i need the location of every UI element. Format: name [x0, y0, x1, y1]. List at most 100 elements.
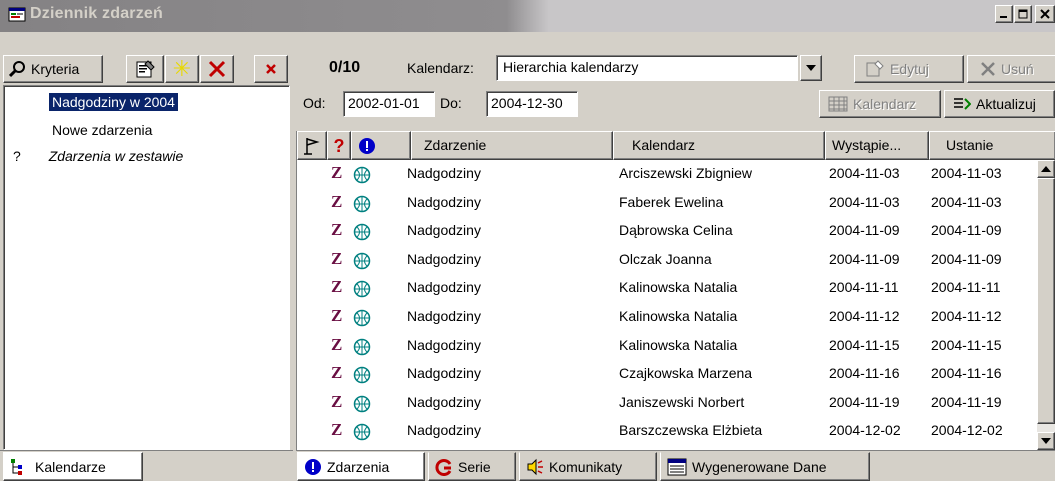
scroll-down-icon: [1041, 438, 1051, 444]
event-type-glyph: Z: [331, 277, 343, 297]
set-date: 2004-11-19: [931, 393, 1002, 410]
globe-icon: [353, 395, 371, 416]
table-row[interactable]: Z Nadgodziny Kalinowska Natalia 2004-11-11 2…: [297, 275, 1038, 301]
table-row[interactable]: Z Nadgodziny Kalinowska Natalia 2004-11-12 2…: [297, 304, 1038, 330]
table-row[interactable]: Z Nadgodziny Olczak Joanna 2004-11-09 2004-1…: [297, 247, 1038, 273]
event-name: Nadgodziny: [407, 279, 481, 296]
event-name: Nadgodziny: [407, 250, 481, 267]
refresh-label: Aktualizuj: [976, 96, 1036, 112]
occurrence-date: 2004-11-16: [829, 365, 900, 382]
delete-criteria-button[interactable]: [200, 55, 234, 83]
from-label: Od:: [303, 95, 326, 111]
set-date: 2004-11-09: [931, 250, 1002, 267]
from-date-field[interactable]: 2002-01-01: [343, 91, 435, 117]
divider: [296, 450, 1055, 451]
calendar-name: Faberek Ewelina: [619, 193, 724, 210]
column-header-event[interactable]: Zdarzenie: [411, 131, 613, 160]
tab-calendars[interactable]: Kalendarze: [3, 452, 143, 481]
criteria-button[interactable]: Kryteria: [3, 55, 103, 83]
event-type-glyph: Z: [331, 191, 343, 211]
vertical-scrollbar[interactable]: [1037, 160, 1055, 450]
column-header-info[interactable]: [351, 131, 411, 160]
event-name: Nadgodziny: [407, 365, 481, 382]
event-type-glyph: Z: [331, 163, 343, 182]
tab-messages[interactable]: Komunikaty: [519, 452, 657, 481]
new-button[interactable]: ✳: [165, 55, 199, 83]
scroll-up-button[interactable]: [1037, 160, 1055, 178]
info-icon: [359, 137, 375, 154]
tree-item-new-events[interactable]: Nowe zdarzenia: [52, 122, 152, 138]
app-icon[interactable]: [8, 6, 26, 24]
calendar-dropdown-button[interactable]: [800, 55, 822, 81]
event-name: Nadgodziny: [407, 393, 481, 410]
events-grid[interactable]: ? Zdarzenie Kalendarz Wystąpie... Ustani…: [296, 131, 1055, 450]
set-date: 2004-12-02: [931, 422, 1003, 439]
window-title: Dziennik zdarzeń: [30, 5, 164, 22]
calendar-select[interactable]: Hierarchia kalendarzy: [496, 55, 798, 81]
globe-icon: [353, 366, 371, 387]
tab-series[interactable]: Serie: [428, 452, 516, 481]
tab-label: Wygenerowane Dane: [692, 458, 827, 475]
table-row[interactable]: Z Nadgodziny Janiszewski Norbert 2004-11-19…: [297, 390, 1038, 416]
close-icon: [1040, 9, 1050, 19]
column-header-set[interactable]: Ustanie: [929, 131, 1055, 160]
scroll-down-button[interactable]: [1037, 432, 1055, 450]
close-criteria-button[interactable]: [254, 55, 288, 83]
to-date-value: 2004-12-30: [491, 95, 563, 111]
column-header-calendar[interactable]: Kalendarz: [613, 131, 825, 160]
event-type-glyph: Z: [331, 420, 343, 440]
criteria-tree[interactable]: Nadgodziny w 2004 Nowe zdarzenia ? Zdarz…: [3, 85, 290, 450]
edit-button[interactable]: Edytuj: [854, 55, 964, 83]
tab-label: Komunikaty: [549, 458, 623, 475]
table-row[interactable]: Z Nadgodziny Faberek Ewelina 2004-11-03 2004…: [297, 190, 1038, 216]
occurrence-date: 2004-11-12: [829, 308, 900, 324]
table-row[interactable]: Z Nadgodziny Dąbrowska Celina 2004-11-09 200…: [297, 218, 1038, 244]
delete-label: Usuń: [1001, 61, 1034, 77]
tree-item-overtime-2004[interactable]: Nadgodziny w 2004: [48, 92, 179, 112]
to-date-field[interactable]: 2004-12-30: [486, 91, 578, 117]
calendar-name: Czajkowska Marzena: [619, 365, 753, 382]
table-row[interactable]: Z Nadgodziny Arciszewski Zbigniew 2004-11-0…: [297, 161, 1038, 187]
delete-button[interactable]: Usuń: [967, 55, 1055, 83]
close-window-button[interactable]: [1035, 5, 1055, 23]
globe-icon: [353, 280, 371, 301]
column-header-question[interactable]: ?: [327, 131, 351, 160]
event-name: Nadgodziny: [407, 193, 481, 210]
event-type-glyph: Z: [331, 306, 343, 325]
tree-item-label: Zdarzenia w zestawie: [48, 148, 184, 164]
event-name: Nadgodziny: [407, 308, 481, 324]
event-counter: 0/10: [329, 59, 361, 76]
scroll-thumb[interactable]: [1037, 178, 1055, 424]
table-row[interactable]: Z Nadgodziny Barszczewska Elżbieta 2004-12-…: [297, 418, 1038, 444]
tree-item-events-in-set[interactable]: ? Zdarzenia w zestawie: [13, 148, 183, 164]
calendar-select-value: Hierarchia kalendarzy: [503, 59, 639, 75]
event-name: Nadgodziny: [407, 422, 481, 439]
speaker-icon: [527, 458, 543, 475]
refresh-button[interactable]: Aktualizuj: [944, 90, 1055, 118]
calendar-view-button[interactable]: Kalendarz: [819, 90, 941, 118]
maximize-button[interactable]: [1014, 5, 1032, 23]
minimize-button[interactable]: [995, 5, 1013, 23]
event-type-glyph: Z: [331, 391, 343, 411]
tab-generated-data[interactable]: Wygenerowane Dane: [660, 452, 870, 481]
table-row[interactable]: Z Nadgodziny Czajkowska Marzena 2004-11-16 2…: [297, 361, 1038, 387]
column-header-flag[interactable]: [297, 131, 327, 160]
occurrence-date: 2004-11-19: [829, 393, 900, 410]
new-icon: ✳: [172, 56, 192, 81]
event-name: Nadgodziny: [407, 336, 481, 353]
set-date: 2004-11-12: [931, 308, 1002, 324]
tree-item-label: Nowe zdarzenia: [52, 122, 153, 138]
calendar-name: Barszczewska Elżbieta: [619, 422, 763, 439]
tab-label: Kalendarze: [35, 458, 106, 475]
delete-icon: [981, 62, 995, 76]
table-row[interactable]: Z Nadgodziny Kalinowska Natalia 2004-11-15 2…: [297, 333, 1038, 359]
occurrence-date: 2004-11-03: [829, 193, 900, 210]
properties-button[interactable]: [126, 55, 164, 83]
tab-events[interactable]: Zdarzenia: [297, 452, 425, 481]
column-header-occurrence[interactable]: Wystąpie...: [825, 131, 929, 160]
calendar-label: Kalendarz:: [407, 60, 474, 76]
occurrence-date: 2004-12-02: [829, 422, 901, 439]
to-label: Do:: [440, 95, 462, 111]
refresh-icon: [954, 98, 971, 110]
occurrence-date: 2004-11-03: [829, 165, 900, 181]
